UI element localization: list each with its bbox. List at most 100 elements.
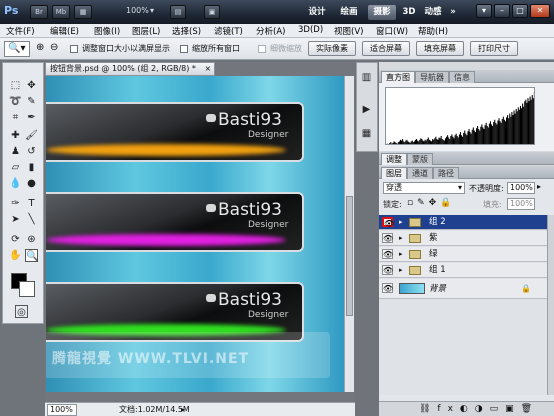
tab-info[interactable]: 信息 <box>449 71 475 83</box>
tab-paths[interactable]: 路径 <box>433 167 459 179</box>
3d-orbit-icon[interactable]: ⊛ <box>25 233 38 246</box>
workspace-design[interactable]: 设计 <box>304 5 330 20</box>
actual-pixels-button[interactable]: 实际像素 <box>308 41 356 56</box>
3d-rotate-icon[interactable]: ⟳ <box>9 233 22 246</box>
blend-mode-select[interactable]: 穿透 ▾ <box>383 182 465 194</box>
history-panel-icon[interactable]: ▦ <box>360 127 373 140</box>
resize-windows-checkbox[interactable] <box>70 45 78 53</box>
cs-live-icon[interactable]: ▾ <box>476 4 492 18</box>
expand-triangle-icon[interactable]: ▸ <box>399 215 403 229</box>
path-select-icon[interactable]: ➤ <box>9 213 22 226</box>
status-menu-arrow-icon[interactable]: ▸ <box>181 403 185 416</box>
print-size-button[interactable]: 打印尺寸 <box>470 41 518 56</box>
menu-window[interactable]: 窗口(W) <box>376 25 408 37</box>
tab-navigator[interactable]: 导航器 <box>415 71 449 83</box>
tab-histogram[interactable]: 直方图 <box>381 71 415 83</box>
layer-row[interactable]: 👁 ▸ 组 1 <box>379 263 547 278</box>
brush-tool-icon[interactable]: 🖌 <box>25 129 38 142</box>
close-document-icon[interactable]: × <box>204 64 211 73</box>
layers-scrollbar[interactable] <box>547 215 554 395</box>
dodge-tool-icon[interactable]: ● <box>25 177 38 190</box>
scrollbar-thumb[interactable] <box>346 196 353 316</box>
eye-icon[interactable]: 👁 <box>382 249 393 259</box>
zoom-out-icon[interactable]: ⊖ <box>50 42 58 53</box>
layer-row[interactable]: 👁 ▸ 紫 <box>379 231 547 246</box>
hand-tool-icon[interactable]: ✋ <box>9 249 22 262</box>
menu-view[interactable]: 视图(V) <box>334 25 363 37</box>
zoom-dropdown-icon[interactable]: ▾ <box>150 6 154 15</box>
opacity-arrow-icon[interactable]: ▸ <box>537 182 541 191</box>
background-color-swatch[interactable] <box>19 281 35 297</box>
tool-preset-icon[interactable]: 🔍▾ <box>4 41 30 57</box>
quick-select-tool-icon[interactable]: ✎ <box>25 95 38 108</box>
layer-row[interactable]: 👁 背景 🔒 <box>379 279 547 299</box>
more-workspaces[interactable]: » <box>448 5 458 20</box>
tab-masks[interactable]: 蒙版 <box>407 153 433 165</box>
history-brush-icon[interactable]: ↺ <box>25 145 38 158</box>
eye-icon[interactable]: 👁 <box>382 233 393 243</box>
healing-brush-icon[interactable]: ✚ <box>9 129 22 142</box>
lasso-tool-icon[interactable]: ➰ <box>9 95 22 108</box>
workspace-motion[interactable]: 动感 <box>420 5 446 20</box>
histogram-panel-icon[interactable]: ▥ <box>360 71 373 84</box>
type-tool-icon[interactable]: T <box>25 197 38 210</box>
marquee-tool-icon[interactable]: ⬚ <box>9 79 22 92</box>
eyedropper-tool-icon[interactable]: ✒ <box>25 111 38 124</box>
zoom-level[interactable]: 100% <box>126 6 149 15</box>
eraser-tool-icon[interactable]: ▱ <box>9 161 22 174</box>
fill-screen-button[interactable]: 填充屏幕 <box>416 41 464 56</box>
line-tool-icon[interactable]: ╲ <box>25 213 38 226</box>
menu-help[interactable]: 帮助(H) <box>418 25 448 37</box>
actions-panel-icon[interactable]: ▶ <box>360 103 373 116</box>
document-tab[interactable]: 按钮背景.psd @ 100% (组 2, RGB/8) * × <box>45 62 215 76</box>
eye-icon[interactable]: 👁 <box>382 283 393 293</box>
clone-stamp-icon[interactable]: ♟ <box>9 145 22 158</box>
fit-screen-button[interactable]: 适合屏幕 <box>362 41 410 56</box>
menu-3d[interactable]: 3D(D) <box>298 25 323 35</box>
expand-triangle-icon[interactable]: ▸ <box>399 247 403 261</box>
tab-layers[interactable]: 图层 <box>381 167 407 179</box>
expand-triangle-icon[interactable]: ▸ <box>399 231 403 245</box>
menu-analysis[interactable]: 分析(A) <box>256 25 285 37</box>
quick-mask-icon[interactable]: ◎ <box>15 305 28 318</box>
crop-tool-icon[interactable]: ⌗ <box>9 111 22 124</box>
workspace-painting[interactable]: 绘画 <box>336 5 362 20</box>
fill-field[interactable]: 100% <box>507 198 535 210</box>
menu-file[interactable]: 文件(F) <box>6 25 35 37</box>
menu-select[interactable]: 选择(S) <box>172 25 201 37</box>
document-canvas[interactable]: Basti93 Designer Basti93 Designer Basti9… <box>46 76 344 392</box>
opacity-field[interactable]: 100% <box>507 182 535 194</box>
eye-icon[interactable]: 👁 <box>382 265 393 275</box>
vertical-scrollbar[interactable] <box>344 76 354 392</box>
tab-adjustments[interactable]: 调整 <box>381 153 407 165</box>
move-tool-icon[interactable]: ✥ <box>25 79 38 92</box>
menu-layer[interactable]: 图层(L) <box>132 25 160 37</box>
menu-edit[interactable]: 编辑(E) <box>50 25 79 37</box>
eye-icon[interactable]: 👁 <box>382 217 394 228</box>
maximize-icon[interactable]: □ <box>512 4 528 18</box>
bridge-button[interactable]: Br <box>30 5 48 19</box>
arrange-documents-icon[interactable]: ▤ <box>170 5 186 19</box>
gradient-tool-icon[interactable]: ▮ <box>25 161 38 174</box>
pen-tool-icon[interactable]: ✑ <box>9 197 22 210</box>
close-icon[interactable]: ✕ <box>530 4 550 18</box>
tab-channels[interactable]: 通道 <box>407 167 433 179</box>
expand-triangle-icon[interactable]: ▸ <box>399 263 403 277</box>
minimize-icon[interactable]: – <box>494 4 510 18</box>
workspace-photography[interactable]: 摄影 <box>368 5 396 20</box>
layer-row[interactable]: 👁 ▸ 组 2 <box>379 215 547 230</box>
menu-image[interactable]: 图像(I) <box>94 25 120 37</box>
workspace-3d[interactable]: 3D <box>400 5 418 20</box>
menu-filter[interactable]: 滤镜(T) <box>214 25 243 37</box>
mini-bridge-button[interactable]: Mb <box>52 5 70 19</box>
view-extras-button[interactable]: ▦ <box>74 5 92 19</box>
lock-icons[interactable]: ▫✎✥🔒 <box>407 198 455 208</box>
zoom-all-windows-checkbox[interactable] <box>180 45 188 53</box>
layers-footer-buttons[interactable]: ⛓fx◐◑▭▣🗑 <box>379 401 554 416</box>
screen-mode-icon[interactable]: ▣ <box>204 5 220 19</box>
zoom-tool-icon[interactable]: 🔍 <box>25 249 38 262</box>
zoom-in-icon[interactable]: ⊕ <box>36 42 44 53</box>
status-zoom-field[interactable]: 100% <box>47 404 77 416</box>
layer-row[interactable]: 👁 ▸ 绿 <box>379 247 547 262</box>
blur-tool-icon[interactable]: 💧 <box>9 177 22 190</box>
